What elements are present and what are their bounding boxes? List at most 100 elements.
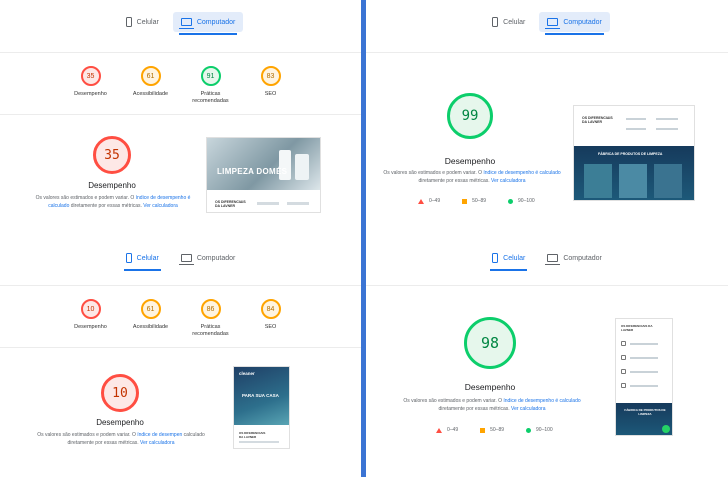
gauge-performance[interactable]: 10 Desempenho — [70, 299, 112, 338]
phone-icon — [125, 17, 132, 27]
whatsapp-icon — [662, 425, 670, 433]
square-icon — [480, 427, 486, 433]
placeholder-line — [257, 202, 279, 205]
divider — [366, 52, 728, 53]
placeholder-line — [630, 385, 658, 387]
gauge-best-practices[interactable]: 91 Práticas recomendadas — [190, 66, 232, 105]
score-legend: 0–49 50–89 90–100 — [418, 198, 535, 204]
score-circle: 61 — [140, 299, 161, 319]
product-card — [619, 164, 647, 198]
placeholder-line — [656, 128, 678, 130]
product-bottle — [295, 154, 309, 180]
calculator-link[interactable]: Ver calculadora — [491, 178, 525, 184]
report-desktop-before: Celular Computador 35 Desempenho 61 Acessi… — [0, 0, 361, 238]
page-screenshot: cleaner PARA SUA CASA OS DIFERENCIAIS DA… — [233, 366, 290, 449]
placeholder-line — [630, 357, 658, 359]
category-gauges: 35 Desempenho 61 Acessibilidade 91 Práticas… — [0, 66, 361, 105]
score-circle: 10 — [80, 299, 101, 319]
performance-score-gauge: 10 — [101, 374, 139, 412]
placeholder-line — [626, 128, 646, 130]
device-tabs: Celular Computador — [366, 248, 728, 271]
gauge-accessibility[interactable]: 61 Acessibilidade — [130, 66, 172, 105]
page-screenshot: LIMPEZA DOMÉS OS DIFERENCIAIS DA LAVNER — [206, 137, 321, 213]
legend-fail: 0–49 — [418, 198, 440, 204]
score-calc-link[interactable]: índice de desempen — [137, 432, 182, 438]
score-circle: 84 — [260, 299, 281, 319]
feature-icon — [621, 355, 626, 360]
tab-desktop[interactable]: Computador — [539, 12, 610, 35]
gauge-best-practices[interactable]: 86 Práticas recomendadas — [190, 299, 232, 338]
score-circle: 35 — [80, 66, 101, 86]
triangle-icon — [436, 427, 442, 433]
gauge-seo[interactable]: 84 SEO — [250, 299, 292, 338]
screenshot-heading: OS DIFERENCIAIS DA LAVNER — [582, 116, 613, 124]
performance-title: Desempenho — [464, 382, 516, 392]
gauge-accessibility[interactable]: 61 Acessibilidade — [130, 299, 172, 338]
banner-text: FÁBRICA DE PRODUTOS DE LIMPEZA — [624, 408, 666, 416]
report-desktop-after: Celular Computador 99 Desempenho Os valo… — [366, 0, 728, 238]
tab-desktop[interactable]: Computador — [539, 248, 610, 268]
laptop-icon — [178, 18, 194, 29]
tab-mobile[interactable]: Celular — [118, 248, 167, 271]
calculator-link[interactable]: Ver calculadora — [511, 406, 545, 412]
score-calc-link[interactable]: índice de desempenho é calculado — [503, 398, 580, 404]
product-card — [654, 164, 682, 198]
feature-icon — [621, 383, 626, 388]
laptop-icon — [178, 254, 194, 265]
score-calc-link[interactable]: índice de desempenho é calculado — [483, 170, 560, 176]
hero-text: PARA SUA CASA — [242, 393, 279, 398]
hero-text: LIMPEZA DOMÉS — [217, 167, 288, 176]
score-legend: 0–49 50–89 90–100 — [436, 427, 553, 433]
legend-fail: 0–49 — [436, 427, 458, 433]
phone-icon — [492, 253, 499, 263]
performance-title: Desempenho — [96, 418, 144, 427]
calculator-link[interactable]: Ver calculadora — [143, 203, 177, 209]
divider — [366, 285, 728, 286]
score-circle: 83 — [260, 66, 281, 86]
gauge-seo[interactable]: 83 SEO — [250, 66, 292, 105]
screenshot-heading: OS DIFERENCIAIS DA LAVNER — [215, 200, 246, 208]
category-gauges: 10 Desempenho 61 Acessibilidade 86 Práticas… — [0, 299, 361, 338]
placeholder-line — [239, 441, 279, 443]
tab-desktop[interactable]: Computador — [173, 248, 244, 268]
tab-desktop[interactable]: Computador — [172, 12, 244, 35]
divider — [0, 347, 361, 348]
tab-mobile[interactable]: Celular — [118, 12, 167, 32]
calculator-link[interactable]: Ver calculadora — [140, 440, 174, 446]
tab-mobile[interactable]: Celular — [484, 12, 533, 32]
brand-logo: cleaner — [239, 371, 255, 376]
divider — [0, 114, 361, 115]
screenshot-heading: OS DIFERENCIAIS DA LAVNER — [621, 324, 653, 332]
tab-mobile[interactable]: Celular — [484, 248, 533, 271]
device-tabs: Celular Computador — [366, 12, 728, 35]
banner-text: FÁBRICA DE PRODUTOS DE LIMPEZA — [598, 152, 663, 156]
triangle-icon — [418, 198, 424, 204]
feature-icon — [621, 341, 626, 346]
score-circle: 91 — [200, 66, 221, 86]
performance-title: Desempenho — [88, 181, 136, 190]
divider — [0, 285, 361, 286]
placeholder-line — [630, 371, 658, 373]
device-tabs: Celular Computador — [0, 12, 361, 35]
metrics-note: Os valores são estimados e podem variar.… — [403, 398, 581, 412]
gauge-performance[interactable]: 35 Desempenho — [70, 66, 112, 105]
legend-pass: 90–100 — [526, 427, 553, 433]
product-card — [584, 164, 612, 198]
feature-icon — [621, 369, 626, 374]
legend-average: 50–89 — [462, 198, 486, 204]
square-icon — [462, 198, 468, 204]
circle-icon — [526, 427, 532, 433]
divider — [0, 52, 361, 53]
phone-icon — [125, 253, 132, 263]
score-circle: 86 — [200, 299, 221, 319]
performance-title: Desempenho — [444, 156, 496, 166]
metrics-note: Os valores são estimados e podem variar.… — [35, 195, 191, 209]
legend-pass: 90–100 — [508, 198, 535, 204]
screenshot-heading: OS DIFERENCIAIS DA LAVNER — [239, 431, 266, 439]
metrics-note: Os valores são estimados e podem variar.… — [37, 432, 205, 446]
phone-icon — [492, 17, 499, 27]
placeholder-line — [656, 118, 678, 120]
placeholder-line — [630, 343, 658, 345]
placeholder-line — [287, 202, 309, 205]
legend-average: 50–89 — [480, 427, 504, 433]
